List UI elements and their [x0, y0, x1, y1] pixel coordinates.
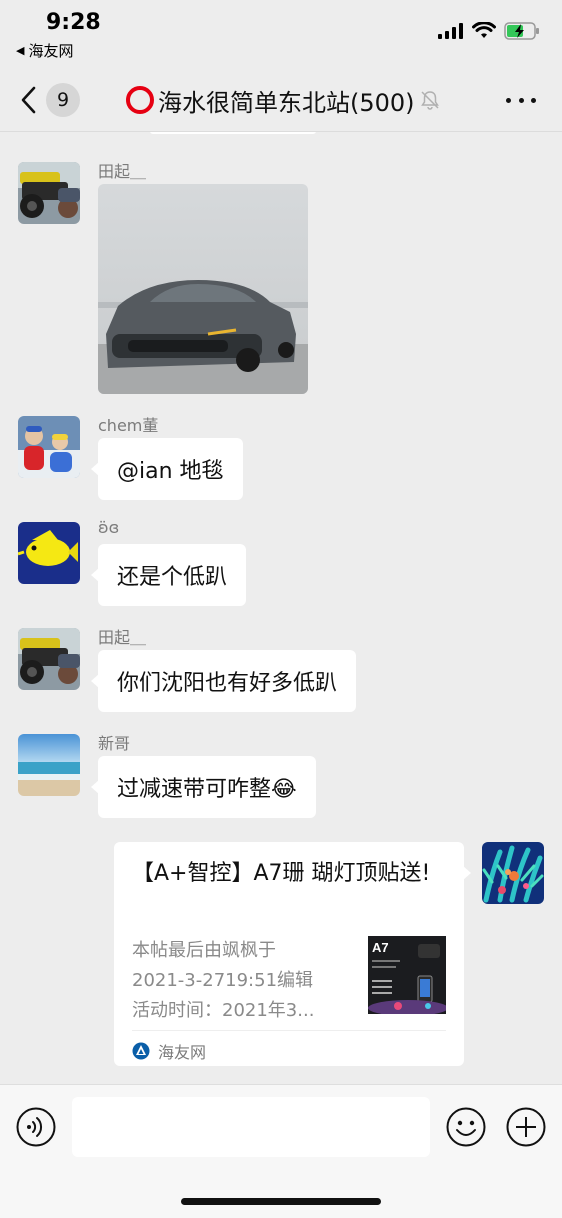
coral-avatar[interactable] [482, 842, 544, 904]
link-card-thumbnail: A7 [368, 936, 446, 1014]
mute-bell-icon [420, 91, 439, 110]
beach-avatar[interactable] [18, 734, 80, 796]
unread-count-badge: 9 [46, 83, 80, 117]
link-card-desc-line: 2021-3-2719:51编辑 [132, 970, 314, 991]
atv-vehicle-avatar[interactable] [18, 162, 80, 224]
sender-name: 新哥 [98, 734, 131, 753]
home-indicator[interactable] [181, 1198, 381, 1205]
status-bar: 9:28 ◀ 海友网 [0, 0, 562, 66]
more-icon[interactable] [506, 88, 536, 112]
chat-title-text: 海水很简单东北站(500) [158, 88, 415, 117]
chat-title: 海水很简单东北站(500) [126, 82, 441, 118]
back-button[interactable]: 9 [20, 82, 90, 118]
message-item: 新哥 过减速带可咋整😂 [18, 734, 538, 824]
link-card-source-name: 海友网 [158, 1043, 207, 1062]
message-list[interactable]: 田起＿ chem董 @ian 地毯 ʚ̈ɞ 还是个低趴 田起＿ 你们沈阳也有好多… [0, 132, 562, 1084]
link-card-desc-line: 活动时间：2021年3... [132, 1000, 315, 1021]
previous-message-edge [150, 132, 316, 134]
status-time: 9:28 [46, 10, 101, 35]
back-to-app-link[interactable]: ◀ 海友网 [16, 40, 73, 61]
link-card-message: 【A+智控】A7珊 瑚灯顶贴送! 本帖最后由飒枫于 2021-3-2719:51… [114, 842, 544, 1068]
link-card-desc-line: 本帖最后由飒枫于 [132, 940, 276, 961]
link-card-title: 【A+智控】A7珊 瑚灯顶贴送! [132, 861, 431, 886]
text-bubble[interactable]: 还是个低趴 [90, 544, 247, 606]
voice-icon[interactable] [16, 1107, 56, 1147]
message-item: 田起＿ [18, 162, 538, 402]
status-icons [438, 22, 540, 40]
sender-name: ʚ̈ɞ [98, 518, 120, 537]
emoji-icon[interactable] [446, 1107, 486, 1147]
message-item: ʚ̈ɞ 还是个低趴 [18, 518, 538, 612]
plus-icon[interactable] [506, 1107, 546, 1147]
atv-vehicle-avatar[interactable] [18, 628, 80, 690]
sender-name: 田起＿ [98, 162, 147, 181]
thumb-label: A7 [372, 940, 389, 955]
sender-name: chem董 [98, 416, 159, 435]
back-chevron-icon [21, 86, 36, 114]
text-bubble[interactable]: 你们沈阳也有好多低趴 [90, 650, 357, 712]
link-card-description: 本帖最后由飒枫于 2021-3-2719:51编辑 活动时间：2021年3... [132, 936, 352, 1026]
text-bubble[interactable]: @ian 地毯 [91, 438, 243, 500]
message-item: chem董 @ian 地毯 [18, 416, 538, 506]
signal-icon [438, 23, 463, 39]
source-logo-icon [132, 1042, 150, 1060]
message-item: 田起＿ 你们沈阳也有好多低趴 [18, 628, 538, 718]
chat-header: 9 海水很简单东北站(500) [0, 66, 562, 132]
gray-sedan-photo[interactable] [98, 184, 308, 394]
battery-charging-icon [504, 22, 539, 40]
text-bubble[interactable]: 过减速带可咋整😂 [91, 756, 316, 818]
link-card[interactable]: 【A+智控】A7珊 瑚灯顶贴送! 本帖最后由飒枫于 2021-3-2719:51… [114, 842, 471, 1066]
red-ring-icon [126, 86, 154, 114]
wifi-icon [472, 22, 496, 38]
link-card-source: 海友网 [132, 1030, 446, 1063]
message-input[interactable] [72, 1097, 430, 1157]
back-to-app-label: 海友网 [28, 42, 74, 60]
sender-name: 田起＿ [98, 628, 147, 647]
kids-snow-avatar[interactable] [18, 416, 80, 478]
back-triangle-icon: ◀ [16, 44, 25, 57]
yellow-tang-fish-avatar[interactable] [18, 522, 80, 584]
